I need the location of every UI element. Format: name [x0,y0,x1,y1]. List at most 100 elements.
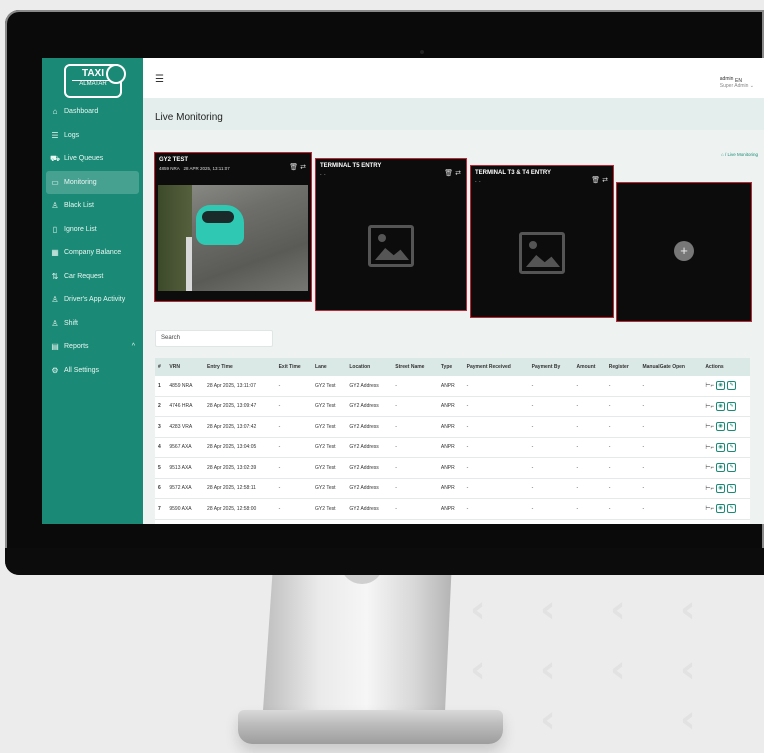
table-row[interactable]: 6 9572 AXA 28 Apr 2025, 12:58:11- GY2 Test G… [155,478,750,499]
column-header[interactable]: VRN [166,358,205,376]
user-menu[interactable]: admin Super Admin ⌄ [720,76,754,90]
camera-tile[interactable]: GY2 TEST 4859 NRA 28 APR 2025, 13:11:07 … [154,152,312,302]
sidebar-item-live-queues[interactable]: ⛟ Live Queues [42,147,143,171]
row-actions: ⊢⌐ ◉ ✎ [702,478,750,499]
sidebar-item-company-balance[interactable]: ▦ Company Balance [42,241,143,265]
camera-plate: - - [320,172,326,177]
table-cell: - [605,498,640,520]
open-gate-icon[interactable]: ⊢⌐ [705,444,714,451]
column-header[interactable]: Amount [573,358,606,376]
edit-icon[interactable]: ✎ [727,483,737,493]
add-icon[interactable]: + [674,241,694,261]
camera-tile[interactable]: TERMINAL T3 & T4 ENTRY - - 🗑 ⇄ [470,165,614,318]
sidebar-item-label: Ignore List [64,225,97,233]
row-actions: ⊢⌐ ◉ ✎ [702,457,750,479]
row-actions: ⊢⌐ ◉ ✎ [702,416,750,438]
edit-icon[interactable]: ✎ [727,504,737,514]
sidebar-item-monitoring[interactable]: ▭ Monitoring [46,170,139,194]
table-header-row: # VRN Entry Time Exit Time Lane Location… [155,358,750,376]
column-header[interactable]: Exit Time [275,358,313,376]
table-cell: - [463,376,529,397]
table-row[interactable]: 2 4746 HRA 28 Apr 2025, 13:09:47- GY2 Test G… [155,396,750,417]
edit-icon[interactable]: ✎ [727,422,737,432]
camera-tile[interactable]: TERMINAL T5 ENTRY - - 🗑 ⇄ [315,158,467,311]
refresh-icon[interactable]: ⇄ [602,177,608,184]
sidebar-item-drivers-app-activity[interactable]: ♙ Driver's App Activity [42,288,143,312]
open-gate-icon[interactable]: ⊢⌐ [705,382,714,389]
table-cell: - [463,478,529,499]
table-row[interactable]: 7 9590 AXA 28 Apr 2025, 12:58:00- GY2 Test G… [155,498,750,520]
table-cell: ANPR [437,376,464,397]
table-cell: 28 Apr 2025, 13:04:05 [204,437,276,458]
refresh-icon[interactable]: ⇄ [300,164,306,171]
table-cell: - [639,376,703,397]
view-icon[interactable]: ◉ [716,401,726,411]
view-icon[interactable]: ◉ [716,442,726,452]
open-gate-icon[interactable]: ⊢⌐ [705,505,714,512]
view-icon[interactable]: ◉ [716,381,726,391]
table-row[interactable]: 5 9513 AXA 28 Apr 2025, 13:02:39- GY2 Test G… [155,457,750,479]
view-icon[interactable]: ◉ [716,504,726,514]
sidebar-item-car-request[interactable]: ⇅ Car Request [42,265,143,289]
sidebar-item-logs[interactable]: ☰ Logs [42,124,143,148]
table-row[interactable]: 1 4859 NRA 28 Apr 2025, 13:11:07- GY2 Test G… [155,376,750,397]
table-cell: 9567 AXA [166,437,205,458]
column-header[interactable]: # [155,358,167,376]
sidebar-item-shift[interactable]: ♙ Shift [42,312,143,336]
sidebar-item-dashboard[interactable]: ⌂ Dashboard [42,100,143,124]
edit-icon[interactable]: ✎ [727,401,737,411]
row-actions: ⊢⌐ ◉ ✎ [702,437,750,458]
hamburger-menu-icon[interactable]: ☰ [155,74,164,85]
sidebar-item-all-settings[interactable]: ⚙ All Settings [42,359,143,383]
table-cell: ANPR [437,416,464,438]
sidebar-item-black-list[interactable]: ♙ Black List [42,194,143,218]
home-icon[interactable]: ⌂ [721,152,724,157]
table-cell: ANPR [437,498,464,520]
sidebar-item-ignore-list[interactable]: ▯ Ignore List [42,218,143,242]
view-icon[interactable]: ◉ [716,483,726,493]
refresh-icon[interactable]: ⇄ [455,170,461,177]
delete-icon[interactable]: 🗑 [289,164,298,171]
table-cell: - [605,437,640,458]
column-header[interactable]: ManualGate Open [639,358,703,376]
add-camera-tile[interactable]: + [616,182,752,322]
table-cell: - [605,416,640,438]
view-icon[interactable]: ◉ [716,422,726,432]
table-cell: - [392,478,438,499]
column-header[interactable]: Register [605,358,640,376]
open-gate-icon[interactable]: ⊢⌐ [705,464,714,471]
brand-logo[interactable]: TAXI ALMATAR [64,64,126,98]
edit-icon[interactable]: ✎ [727,442,737,452]
camera-actions: 🗑 ⇄ [289,163,306,171]
table-cell: - [528,457,574,479]
camera-snapshot [158,185,308,291]
column-header[interactable]: Payment Received [463,358,529,376]
table-cell: - [392,416,438,438]
open-gate-icon[interactable]: ⊢⌐ [705,403,714,410]
edit-icon[interactable]: ✎ [727,463,737,473]
table-cell: - [605,396,640,417]
table-row[interactable]: 4 9567 AXA 28 Apr 2025, 13:04:05- GY2 Test G… [155,437,750,458]
sidebar-item-reports[interactable]: ▤ Reports ^ [42,335,143,359]
open-gate-icon[interactable]: ⊢⌐ [705,423,714,430]
column-header[interactable]: Location [346,358,393,376]
page-title: Live Monitoring [155,112,223,123]
open-gate-icon[interactable]: ⊢⌐ [705,485,714,492]
search-input[interactable]: Search [155,330,273,347]
delete-icon[interactable]: 🗑 [591,177,600,184]
delete-icon[interactable]: 🗑 [444,170,453,177]
column-header[interactable]: Lane [312,358,347,376]
clipboard-icon: ▤ [51,342,59,352]
view-icon[interactable]: ◉ [716,463,726,473]
column-header[interactable]: Payment By [528,358,574,376]
table-cell: GY2 Address [346,376,393,397]
column-header[interactable]: Street Name [392,358,438,376]
table-cell: - [573,396,606,417]
breadcrumb-current: / Live Monitoring [724,152,758,157]
column-header[interactable]: Entry Time [204,358,276,376]
table-row[interactable]: 3 4283 VRA 28 Apr 2025, 13:07:42- GY2 Test G… [155,416,750,438]
column-header[interactable]: Type [437,358,464,376]
sidebar-item-label: Live Queues [64,155,104,163]
edit-icon[interactable]: ✎ [727,381,737,391]
monitor-icon: ▭ [51,177,59,187]
